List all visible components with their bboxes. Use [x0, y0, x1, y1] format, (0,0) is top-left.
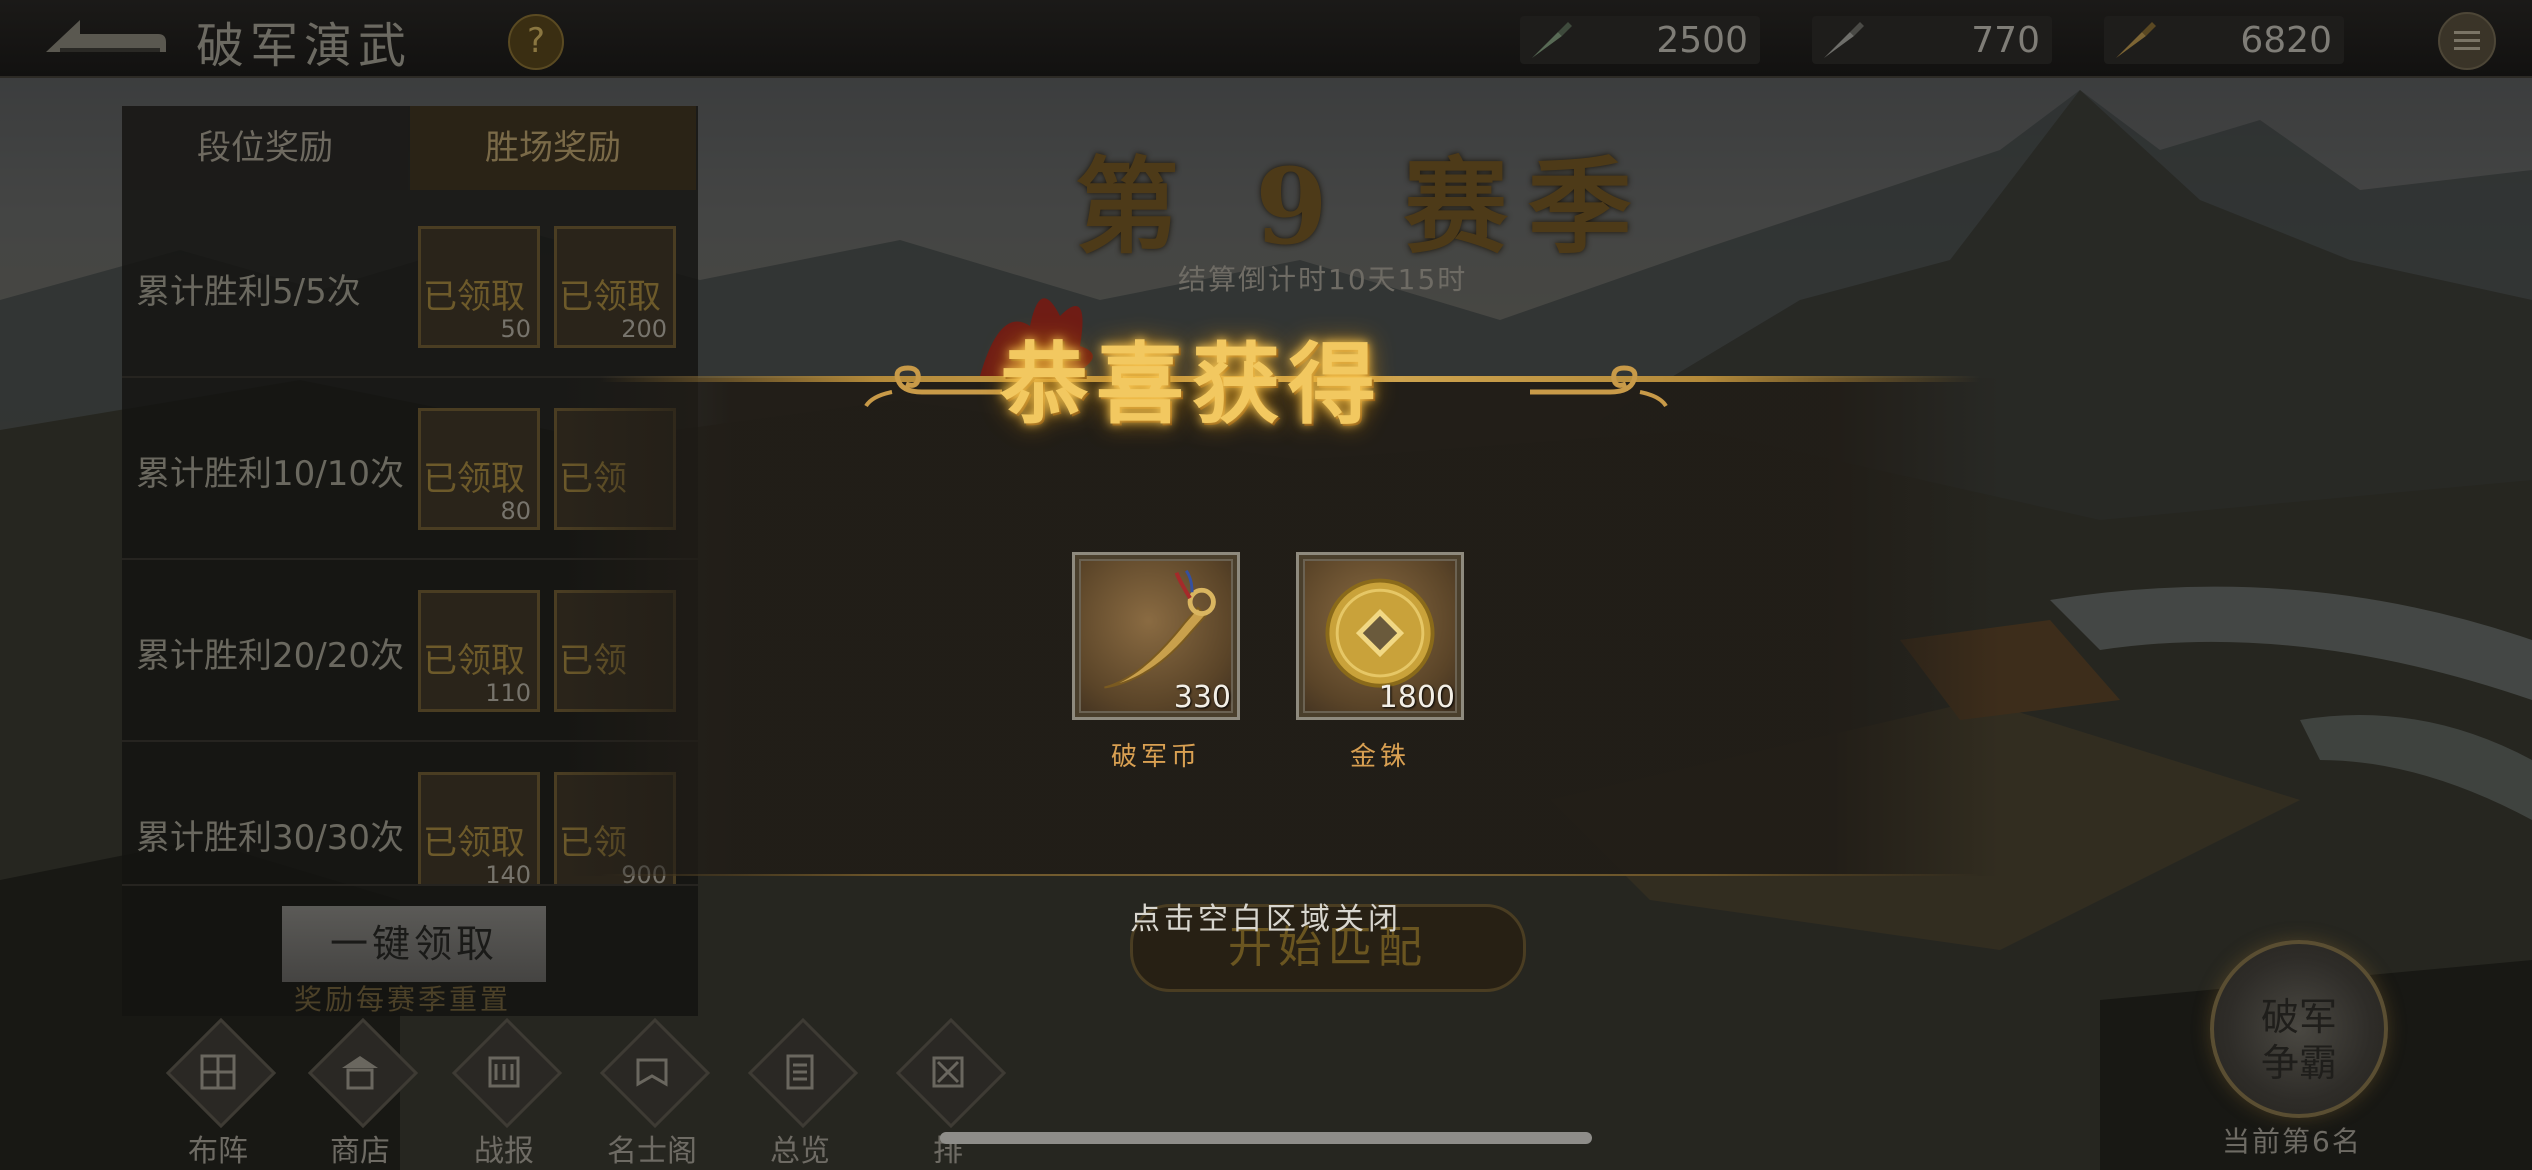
- reward-slot[interactable]: 已领取 140: [418, 772, 540, 886]
- reward-qty: 200: [621, 315, 667, 343]
- ranking-icon: [932, 1056, 964, 1088]
- reset-note: 奖励每赛季重置: [294, 983, 512, 1016]
- battle-report-icon: [488, 1056, 520, 1088]
- reward-modal: [560, 378, 2000, 876]
- reward-slot[interactable]: 已领取 200: [554, 226, 676, 348]
- tab-win-reward[interactable]: 胜场奖励: [410, 106, 696, 190]
- reward-item-gold-coin[interactable]: 1800: [1296, 552, 1464, 720]
- menu-icon: [2454, 31, 2480, 34]
- currency-1-value: 2500: [1656, 20, 1748, 61]
- nav-ranking[interactable]: 排: [890, 1017, 1007, 1169]
- congrats-title: 恭喜获得: [1000, 332, 1385, 436]
- claimed-label: 已领取: [423, 641, 525, 681]
- silver-dagger-icon: [1824, 22, 1864, 58]
- reward-row-label: 累计胜利20/20次: [136, 636, 404, 676]
- currency-2: 770: [1812, 16, 2052, 64]
- claim-all-button[interactable]: 一键领取: [282, 906, 546, 982]
- reward-name: 破军币: [1110, 742, 1201, 772]
- page-title: 破军演武: [196, 18, 413, 74]
- nav-label: 商店: [330, 1134, 390, 1169]
- gold-dagger-icon: [2116, 22, 2156, 58]
- reward-qty: 50: [500, 315, 531, 343]
- nav-hall-of-fame[interactable]: 名士阁: [594, 1017, 711, 1169]
- close-hint: 点击空白区域关闭: [1130, 902, 1402, 937]
- hall-of-fame-icon: [636, 1058, 668, 1087]
- battle-label-line2: 争霸: [2260, 1041, 2337, 1085]
- nav-overview[interactable]: 总览: [742, 1017, 859, 1169]
- current-rank: 当前第6名: [2222, 1125, 2362, 1158]
- currency-3-value: 6820: [2240, 20, 2332, 61]
- nav-shop[interactable]: 商店: [302, 1017, 419, 1169]
- nav-formation[interactable]: 布阵: [160, 1017, 277, 1169]
- currency-2-value: 770: [1971, 20, 2040, 61]
- reward-qty: 1800: [1378, 680, 1455, 715]
- back-arrow-icon: [46, 20, 166, 52]
- reward-row-label: 累计胜利10/10次: [136, 454, 404, 494]
- season-countdown: 结算倒计时10天15时: [1178, 263, 1468, 296]
- tab-rank-reward[interactable]: 段位奖励: [122, 106, 408, 190]
- currency-1: 2500: [1520, 16, 1760, 64]
- menu-icon-line: [2454, 47, 2480, 50]
- currency-3: 6820: [2104, 16, 2344, 64]
- top-bar: 破军演武 ? 2500 770 6820: [0, 0, 2532, 78]
- menu-icon-line: [2454, 39, 2480, 42]
- menu-button[interactable]: [2438, 12, 2496, 70]
- shop-icon: [342, 1056, 378, 1090]
- reward-qty: 80: [500, 497, 531, 525]
- reward-slot[interactable]: 已领取 80: [418, 408, 540, 530]
- nav-label: 总览: [770, 1134, 830, 1169]
- reward-name: 金铢: [1349, 742, 1410, 772]
- nav-label: 名士阁: [607, 1134, 697, 1169]
- green-dagger-icon: [1532, 22, 1572, 58]
- cloud-ornament-icon: [1530, 365, 1668, 408]
- reward-qty: 110: [485, 679, 531, 707]
- nav-label: 布阵: [188, 1134, 248, 1169]
- nav-battle-report[interactable]: 战报: [446, 1017, 563, 1169]
- reward-slot[interactable]: 已领取 50: [418, 226, 540, 348]
- battle-contest-button[interactable]: 破军 争霸: [2210, 940, 2388, 1118]
- back-button[interactable]: [40, 12, 170, 62]
- overview-icon: [786, 1054, 814, 1090]
- reward-slot[interactable]: 已领取 110: [418, 590, 540, 712]
- reward-item-po-jun-coin[interactable]: 330: [1072, 552, 1240, 720]
- modal-bottom-border: [600, 874, 1980, 876]
- season-title: 第 9 赛季: [1075, 145, 1652, 268]
- formation-icon: [200, 1054, 236, 1090]
- reward-row: 累计胜利5/5次 已领取 50 已领取 200: [122, 198, 698, 378]
- reward-qty: 330: [1173, 680, 1231, 715]
- reward-row-label: 累计胜利30/30次: [136, 818, 404, 858]
- home-indicator: [940, 1132, 1592, 1144]
- reward-qty: 140: [485, 861, 531, 886]
- claimed-label: 已领取: [423, 823, 525, 863]
- nav-label: 战报: [474, 1134, 534, 1169]
- reward-row-label: 累计胜利5/5次: [136, 272, 361, 312]
- claimed-label: 已领取: [423, 277, 525, 317]
- claimed-label: 已领取: [423, 459, 525, 499]
- claimed-label: 已领取: [559, 277, 661, 317]
- help-button[interactable]: ?: [508, 14, 564, 70]
